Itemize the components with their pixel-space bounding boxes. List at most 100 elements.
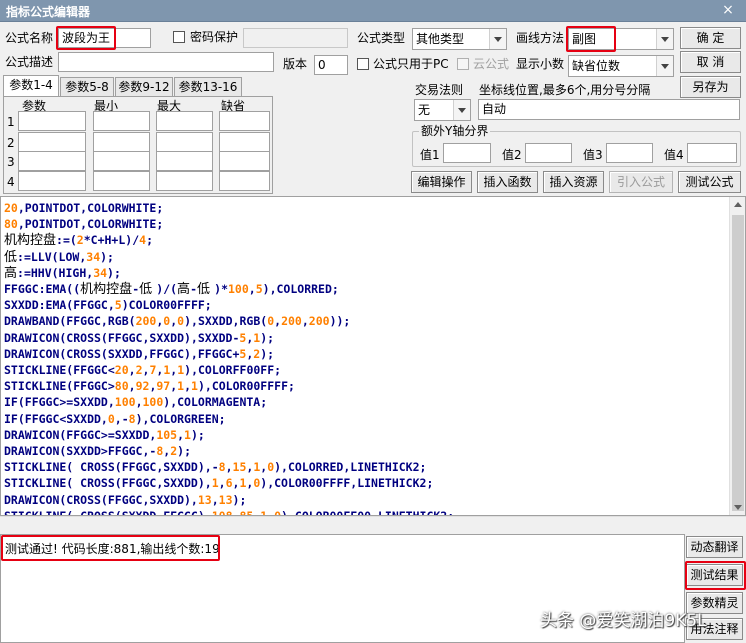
- code-line[interactable]: DRAWICON(FFGGC>=SXXDD,105,1);: [4, 427, 205, 443]
- chevron-down-icon: [489, 29, 506, 49]
- save-as-button[interactable]: 另存为: [680, 76, 741, 98]
- code-token: 85: [239, 508, 254, 516]
- import-formula-button[interactable]: 引入公式: [609, 171, 673, 193]
- pc-only-checkbox[interactable]: [357, 58, 369, 70]
- param-name-cell[interactable]: [18, 132, 86, 152]
- param-max-cell[interactable]: [156, 171, 213, 191]
- code-line[interactable]: DRAWBAND(FFGGC,RGB(200,0,0),SXXDD,RGB(0,…: [4, 313, 350, 329]
- code-token: 20: [4, 201, 18, 215]
- edit-ops-button[interactable]: 编辑操作: [411, 171, 472, 193]
- code-line[interactable]: 低:=LLV(LOW,34);: [4, 249, 114, 265]
- ok-button[interactable]: 确 定: [680, 27, 741, 49]
- param-default-cell[interactable]: [219, 111, 270, 131]
- code-token: 0: [274, 508, 282, 516]
- scroll-up-icon[interactable]: [730, 197, 745, 213]
- coord-label: 坐标线位置,最多6个,用分号分隔: [479, 83, 651, 97]
- code-line[interactable]: IF(FFGGC<SXXDD,0,-8),COLORGREEN;: [4, 411, 226, 427]
- code-line[interactable]: STICKLINE( CROSS(FFGGC,SXXDD),1,6,1,0),C…: [4, 475, 433, 491]
- code-line[interactable]: STICKLINE(FFGGC<20,2,7,1,1),COLORFF00FF;: [4, 362, 281, 378]
- code-token: )*: [214, 282, 228, 296]
- password-checkbox[interactable]: [173, 31, 185, 43]
- cloud-checkbox[interactable]: [457, 58, 469, 70]
- param-default-cell[interactable]: [219, 151, 270, 171]
- code-token: );: [107, 265, 121, 280]
- code-token: STICKLINE(FFGGC<: [4, 363, 115, 377]
- extra-y-label-3: 值3: [583, 148, 603, 162]
- coord-input[interactable]: 自动: [478, 99, 740, 120]
- tab-params-9-12[interactable]: 参数9-12: [115, 77, 173, 97]
- code-line[interactable]: STICKLINE( CROSS(FFGGC,SXXDD),-8,15,1,0)…: [4, 459, 426, 475]
- insert-function-button[interactable]: 插入函数: [477, 171, 538, 193]
- code-line[interactable]: SXXDD:EMA(FFGGC,5)COLOR00FFFF;: [4, 297, 212, 313]
- code-token: ),COLORGREEN;: [135, 411, 226, 426]
- extra-y-input-4[interactable]: [687, 143, 737, 163]
- param-name-cell[interactable]: [18, 111, 86, 131]
- code-line[interactable]: IF(FFGGC>=SXXDD,100,100),COLORMAGENTA;: [4, 394, 267, 410]
- code-line[interactable]: DRAWICON(CROSS(FFGGC,SXXDD),SXXDD-5,1);: [4, 330, 274, 346]
- code-token: 200: [308, 314, 330, 329]
- editor-horizontal-scrollbar[interactable]: [0, 516, 746, 534]
- param-min-cell[interactable]: [93, 171, 150, 191]
- code-token: ,: [177, 427, 185, 442]
- code-token: 1: [191, 379, 198, 394]
- test-formula-button[interactable]: 测试公式: [678, 171, 741, 193]
- code-token: :=LLV(LOW,: [17, 249, 87, 264]
- version-input[interactable]: 0: [314, 55, 348, 75]
- decimals-select[interactable]: 缺省位数: [568, 55, 674, 77]
- editor-vertical-scrollbar[interactable]: [729, 197, 745, 515]
- code-token: :=HHV(HIGH,: [17, 265, 94, 280]
- code-line[interactable]: 80,POINTDOT,COLORWHITE;: [4, 216, 163, 232]
- decimals-value: 缺省位数: [572, 59, 621, 73]
- password-input[interactable]: [243, 28, 348, 48]
- param-name-cell[interactable]: [18, 151, 86, 171]
- param-min-cell[interactable]: [93, 111, 150, 131]
- code-token: ,: [128, 363, 136, 377]
- insert-resource-button[interactable]: 插入资源: [543, 171, 604, 193]
- tab-params-5-8[interactable]: 参数5-8: [60, 77, 114, 97]
- code-editor[interactable]: 20,POINTDOT,COLORWHITE; 80,POINTDOT,COLOR…: [0, 196, 746, 516]
- extra-y-input-2[interactable]: [525, 143, 572, 163]
- code-token: ,: [218, 476, 226, 491]
- extra-y-input-3[interactable]: [606, 143, 653, 163]
- highlight-draw: [566, 26, 616, 52]
- tab-params-1-4[interactable]: 参数1-4: [3, 75, 59, 97]
- code-line[interactable]: FFGGC:EMA((机构控盘-低 )/(高-低 )*100,5),COLORR…: [4, 281, 339, 297]
- param-max-cell[interactable]: [156, 132, 213, 152]
- code-line[interactable]: DRAWICON(SXXDD>FFGGC,-8,2);: [4, 443, 191, 459]
- param-min-cell[interactable]: [93, 151, 150, 171]
- close-icon[interactable]: ×: [718, 1, 738, 20]
- param-max-cell[interactable]: [156, 151, 213, 171]
- code-line[interactable]: STICKLINE( CROSS(SXXDD,FFGGC),108,85,1,0…: [4, 508, 454, 516]
- code-line[interactable]: STICKLINE(FFGGC>80,92,97,1,1),COLOR00FFF…: [4, 378, 295, 394]
- cancel-button[interactable]: 取 消: [680, 51, 741, 73]
- code-token: ,: [128, 379, 136, 394]
- dynamic-translate-button[interactable]: 动态翻译: [686, 536, 743, 558]
- code-token: 100: [228, 282, 249, 296]
- param-name-cell[interactable]: [18, 171, 86, 191]
- scroll-thumb[interactable]: [732, 215, 744, 511]
- code-token: STICKLINE( CROSS(FFGGC,SXXDD),: [4, 476, 212, 491]
- code-line[interactable]: DRAWICON(CROSS(SXXDD,FFGGC),FFGGC+5,2);: [4, 346, 274, 362]
- param-min-cell[interactable]: [93, 132, 150, 152]
- code-token: 2: [135, 363, 143, 377]
- code-line[interactable]: 20,POINTDOT,COLORWHITE;: [4, 200, 163, 216]
- param-default-cell[interactable]: [219, 132, 270, 152]
- code-token: 15: [232, 460, 247, 475]
- code-token: 80: [114, 379, 129, 394]
- tab-params-13-16[interactable]: 参数13-16: [174, 77, 242, 97]
- param-max-cell[interactable]: [156, 111, 213, 131]
- trade-rule-select[interactable]: 无: [414, 99, 471, 121]
- code-token: DRAWICON(CROSS(FFGGC,SXXDD),: [4, 492, 198, 507]
- code-line[interactable]: 机构控盘:=(2*C+H+L)/4;: [4, 232, 153, 248]
- code-token: 8: [218, 460, 226, 475]
- code-line[interactable]: DRAWICON(CROSS(FFGGC,SXXDD),13,13);: [4, 492, 246, 508]
- extra-y-input-1[interactable]: [443, 143, 491, 163]
- code-token: 200: [281, 314, 302, 329]
- code-line[interactable]: 高:=HHV(HIGH,34);: [4, 265, 121, 281]
- scroll-down-icon[interactable]: [730, 499, 745, 515]
- code-token: 1: [211, 476, 219, 491]
- type-select[interactable]: 其他类型: [412, 28, 507, 50]
- code-token: ),COLOR00FFFF,LINETHICK2;: [260, 476, 434, 491]
- formula-desc-input[interactable]: [58, 52, 274, 72]
- param-default-cell[interactable]: [219, 171, 270, 191]
